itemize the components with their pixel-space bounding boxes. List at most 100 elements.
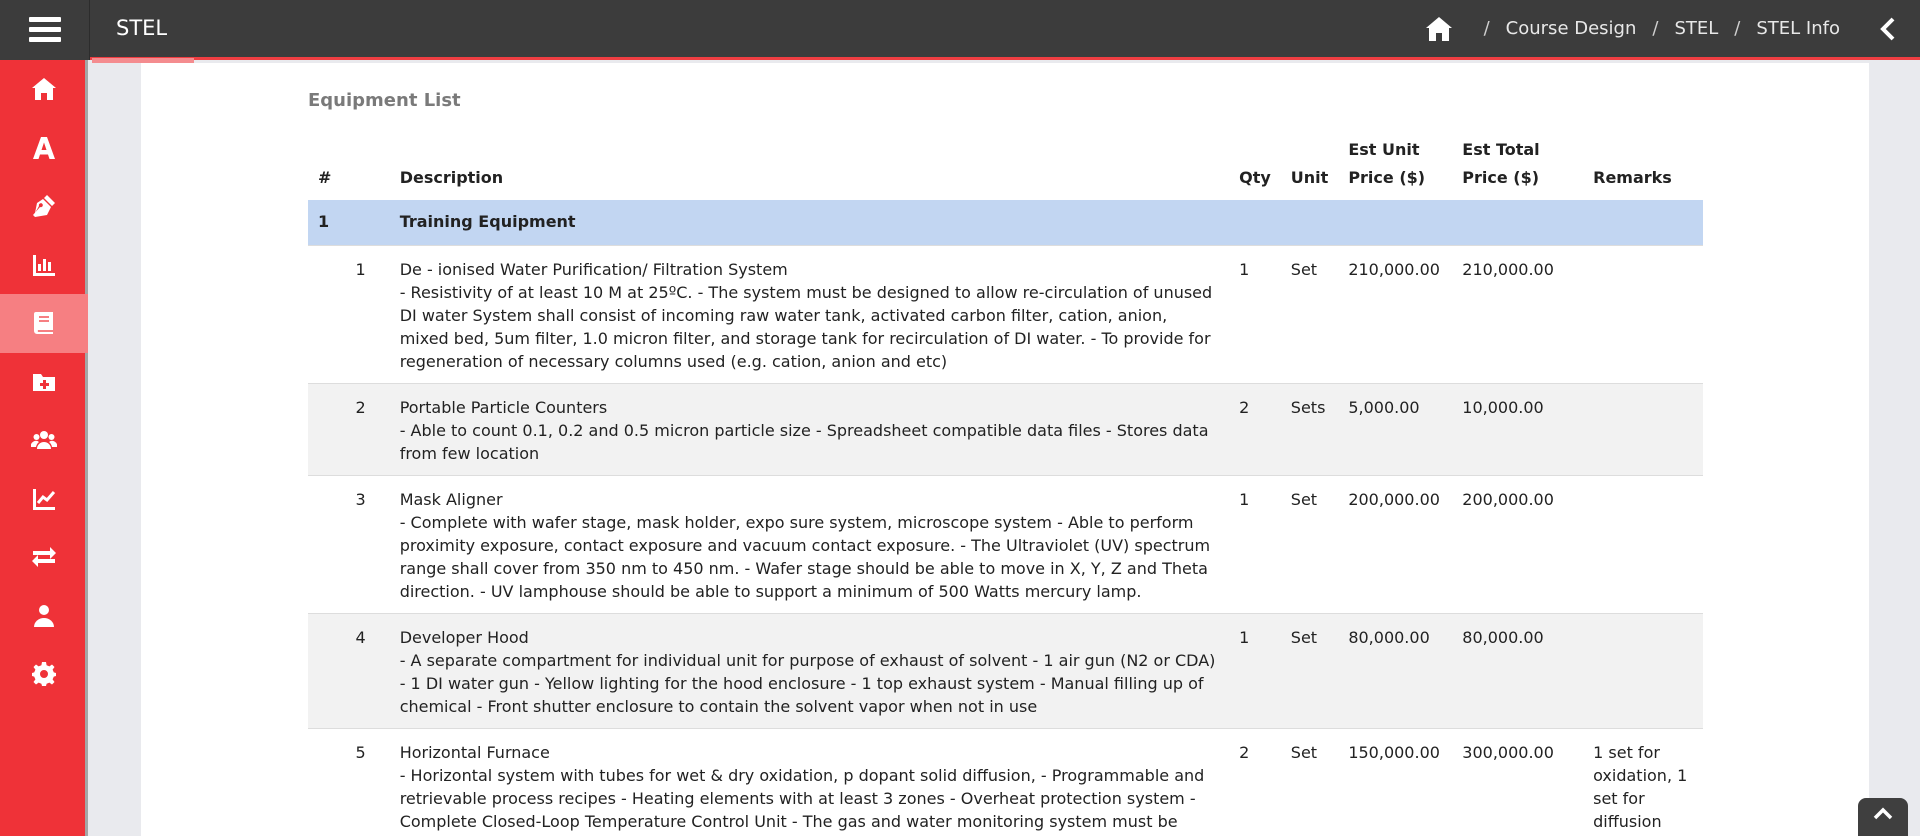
- user-icon: [34, 604, 54, 627]
- sidebar-item-home[interactable]: [0, 60, 88, 119]
- row-description: Developer Hood - A separate compartment …: [389, 612, 1230, 728]
- group-row: 1 Training Equipment: [308, 200, 1703, 245]
- item-title: De - ionised Water Purification/ Filtrat…: [399, 259, 788, 279]
- group-name: Training Equipment: [389, 200, 1703, 245]
- sidebar-item-profile[interactable]: [0, 587, 88, 646]
- row-unit: Set: [1280, 244, 1339, 383]
- row-unit-price: 150,000.00: [1338, 727, 1453, 836]
- row-unit: Set: [1280, 727, 1339, 836]
- section-title: Equipment List: [308, 90, 461, 111]
- group-number: 1: [308, 200, 390, 245]
- row-number: 4: [308, 612, 390, 728]
- hamburger-icon: [28, 17, 61, 43]
- pen-nib-icon: [33, 195, 55, 218]
- item-specification: - A separate compartment for individual …: [399, 650, 1216, 716]
- table-row: 3 Mask Aligner - Complete with wafer sta…: [308, 474, 1703, 613]
- row-total-price: 210,000.00: [1452, 244, 1584, 383]
- sidebar-item-course[interactable]: [0, 294, 88, 353]
- equipment-table: # Description Qty Unit Est Unit Price ($…: [308, 126, 1703, 836]
- table-row: 1 De - ionised Water Purification/ Filtr…: [308, 244, 1703, 383]
- item-title: Mask Aligner: [399, 489, 503, 509]
- item-title: Developer Hood: [399, 627, 529, 647]
- breadcrumb-separator: /: [1483, 18, 1490, 39]
- line-chart-icon: [33, 488, 56, 510]
- menu-toggle-button[interactable]: [0, 0, 90, 60]
- header-qty: Qty: [1239, 168, 1271, 187]
- row-total-price: 200,000.00: [1452, 474, 1584, 613]
- row-number: 5: [308, 727, 390, 836]
- item-title: Portable Particle Counters: [399, 397, 608, 417]
- row-qty: 1: [1229, 612, 1281, 728]
- breadcrumb: / Course Design / STEL / STEL Info: [1424, 0, 1840, 57]
- item-title: Horizontal Furnace: [399, 742, 550, 762]
- row-total-price: 300,000.00: [1452, 727, 1584, 836]
- row-unit-price: 5,000.00: [1338, 382, 1453, 475]
- row-number: 1: [308, 244, 390, 383]
- gear-icon: [32, 662, 56, 687]
- row-total-price: 10,000.00: [1452, 382, 1584, 475]
- bar-chart-icon: [33, 254, 55, 276]
- row-unit: Sets: [1280, 382, 1339, 475]
- row-number: 2: [308, 382, 390, 475]
- chevron-left-icon[interactable]: [1876, 16, 1900, 42]
- font-a-icon: [33, 136, 55, 159]
- row-remarks: [1583, 612, 1703, 728]
- exchange-icon: [32, 547, 56, 568]
- header-est-unit-price: Est Unit Price ($): [1348, 140, 1426, 187]
- header-unit: Unit: [1290, 168, 1329, 187]
- users-icon: [31, 431, 57, 450]
- row-description: Portable Particle Counters - Able to cou…: [389, 382, 1230, 475]
- row-description: Horizontal Furnace - Horizontal system w…: [389, 727, 1230, 836]
- row-remarks: 1 set for oxidation, 1 set for diffusion: [1583, 727, 1703, 836]
- row-remarks: [1583, 244, 1703, 383]
- row-number: 3: [308, 474, 390, 613]
- row-qty: 1: [1229, 244, 1281, 383]
- row-description: De - ionised Water Purification/ Filtrat…: [389, 244, 1230, 383]
- sidebar: [0, 60, 88, 836]
- row-unit-price: 80,000.00: [1338, 612, 1453, 728]
- breadcrumb-separator: /: [1652, 18, 1659, 39]
- header-number: #: [318, 168, 332, 187]
- row-unit: Set: [1280, 612, 1339, 728]
- sidebar-item-settings[interactable]: [0, 645, 88, 704]
- sidebar-item-analytics[interactable]: [0, 470, 88, 529]
- row-qty: 1: [1229, 474, 1281, 613]
- item-specification: - Able to count 0.1, 0.2 and 0.5 micron …: [399, 420, 1209, 463]
- sidebar-item-design[interactable]: [0, 177, 88, 236]
- row-qty: 2: [1229, 382, 1281, 475]
- folder-plus-icon: [33, 373, 55, 391]
- breadcrumb-stel[interactable]: STEL: [1674, 18, 1718, 39]
- table-row: 5 Horizontal Furnace - Horizontal system…: [308, 727, 1703, 836]
- row-unit-price: 210,000.00: [1338, 244, 1453, 383]
- row-remarks: [1583, 382, 1703, 475]
- scroll-to-top-button[interactable]: [1858, 798, 1908, 836]
- breadcrumb-separator: /: [1734, 18, 1741, 39]
- sidebar-item-reports[interactable]: [0, 236, 88, 295]
- home-icon: [32, 78, 56, 101]
- sidebar-item-users[interactable]: [0, 411, 88, 470]
- breadcrumb-course-design[interactable]: Course Design: [1506, 18, 1637, 39]
- row-unit: Set: [1280, 474, 1339, 613]
- item-specification: - Resistivity of at least 10 M at 25ºC. …: [399, 282, 1213, 371]
- breadcrumb-stel-info: STEL Info: [1756, 18, 1840, 39]
- row-remarks: [1583, 474, 1703, 613]
- sidebar-item-add-folder[interactable]: [0, 353, 88, 412]
- row-total-price: 80,000.00: [1452, 612, 1584, 728]
- header-description: Description: [399, 168, 504, 187]
- header-remarks: Remarks: [1593, 168, 1672, 187]
- table-row: 2 Portable Particle Counters - Able to c…: [308, 382, 1703, 475]
- sidebar-item-transfer[interactable]: [0, 528, 88, 587]
- item-specification: - Complete with wafer stage, mask holder…: [399, 512, 1211, 601]
- header-est-total-price: Est Total Price ($): [1462, 140, 1540, 187]
- chevron-up-icon: [1873, 807, 1893, 820]
- home-icon[interactable]: [1424, 15, 1454, 43]
- item-specification: - Horizontal system with tubes for wet &…: [399, 765, 1205, 831]
- row-description: Mask Aligner - Complete with wafer stage…: [389, 474, 1230, 613]
- top-bar: STEL / Course Design / STEL / STEL Info: [0, 0, 1920, 60]
- row-qty: 2: [1229, 727, 1281, 836]
- row-unit-price: 200,000.00: [1338, 474, 1453, 613]
- book-icon: [34, 312, 53, 335]
- app-title: STEL: [116, 16, 168, 40]
- table-header-row: # Description Qty Unit Est Unit Price ($…: [308, 126, 1703, 200]
- sidebar-item-font[interactable]: [0, 119, 88, 178]
